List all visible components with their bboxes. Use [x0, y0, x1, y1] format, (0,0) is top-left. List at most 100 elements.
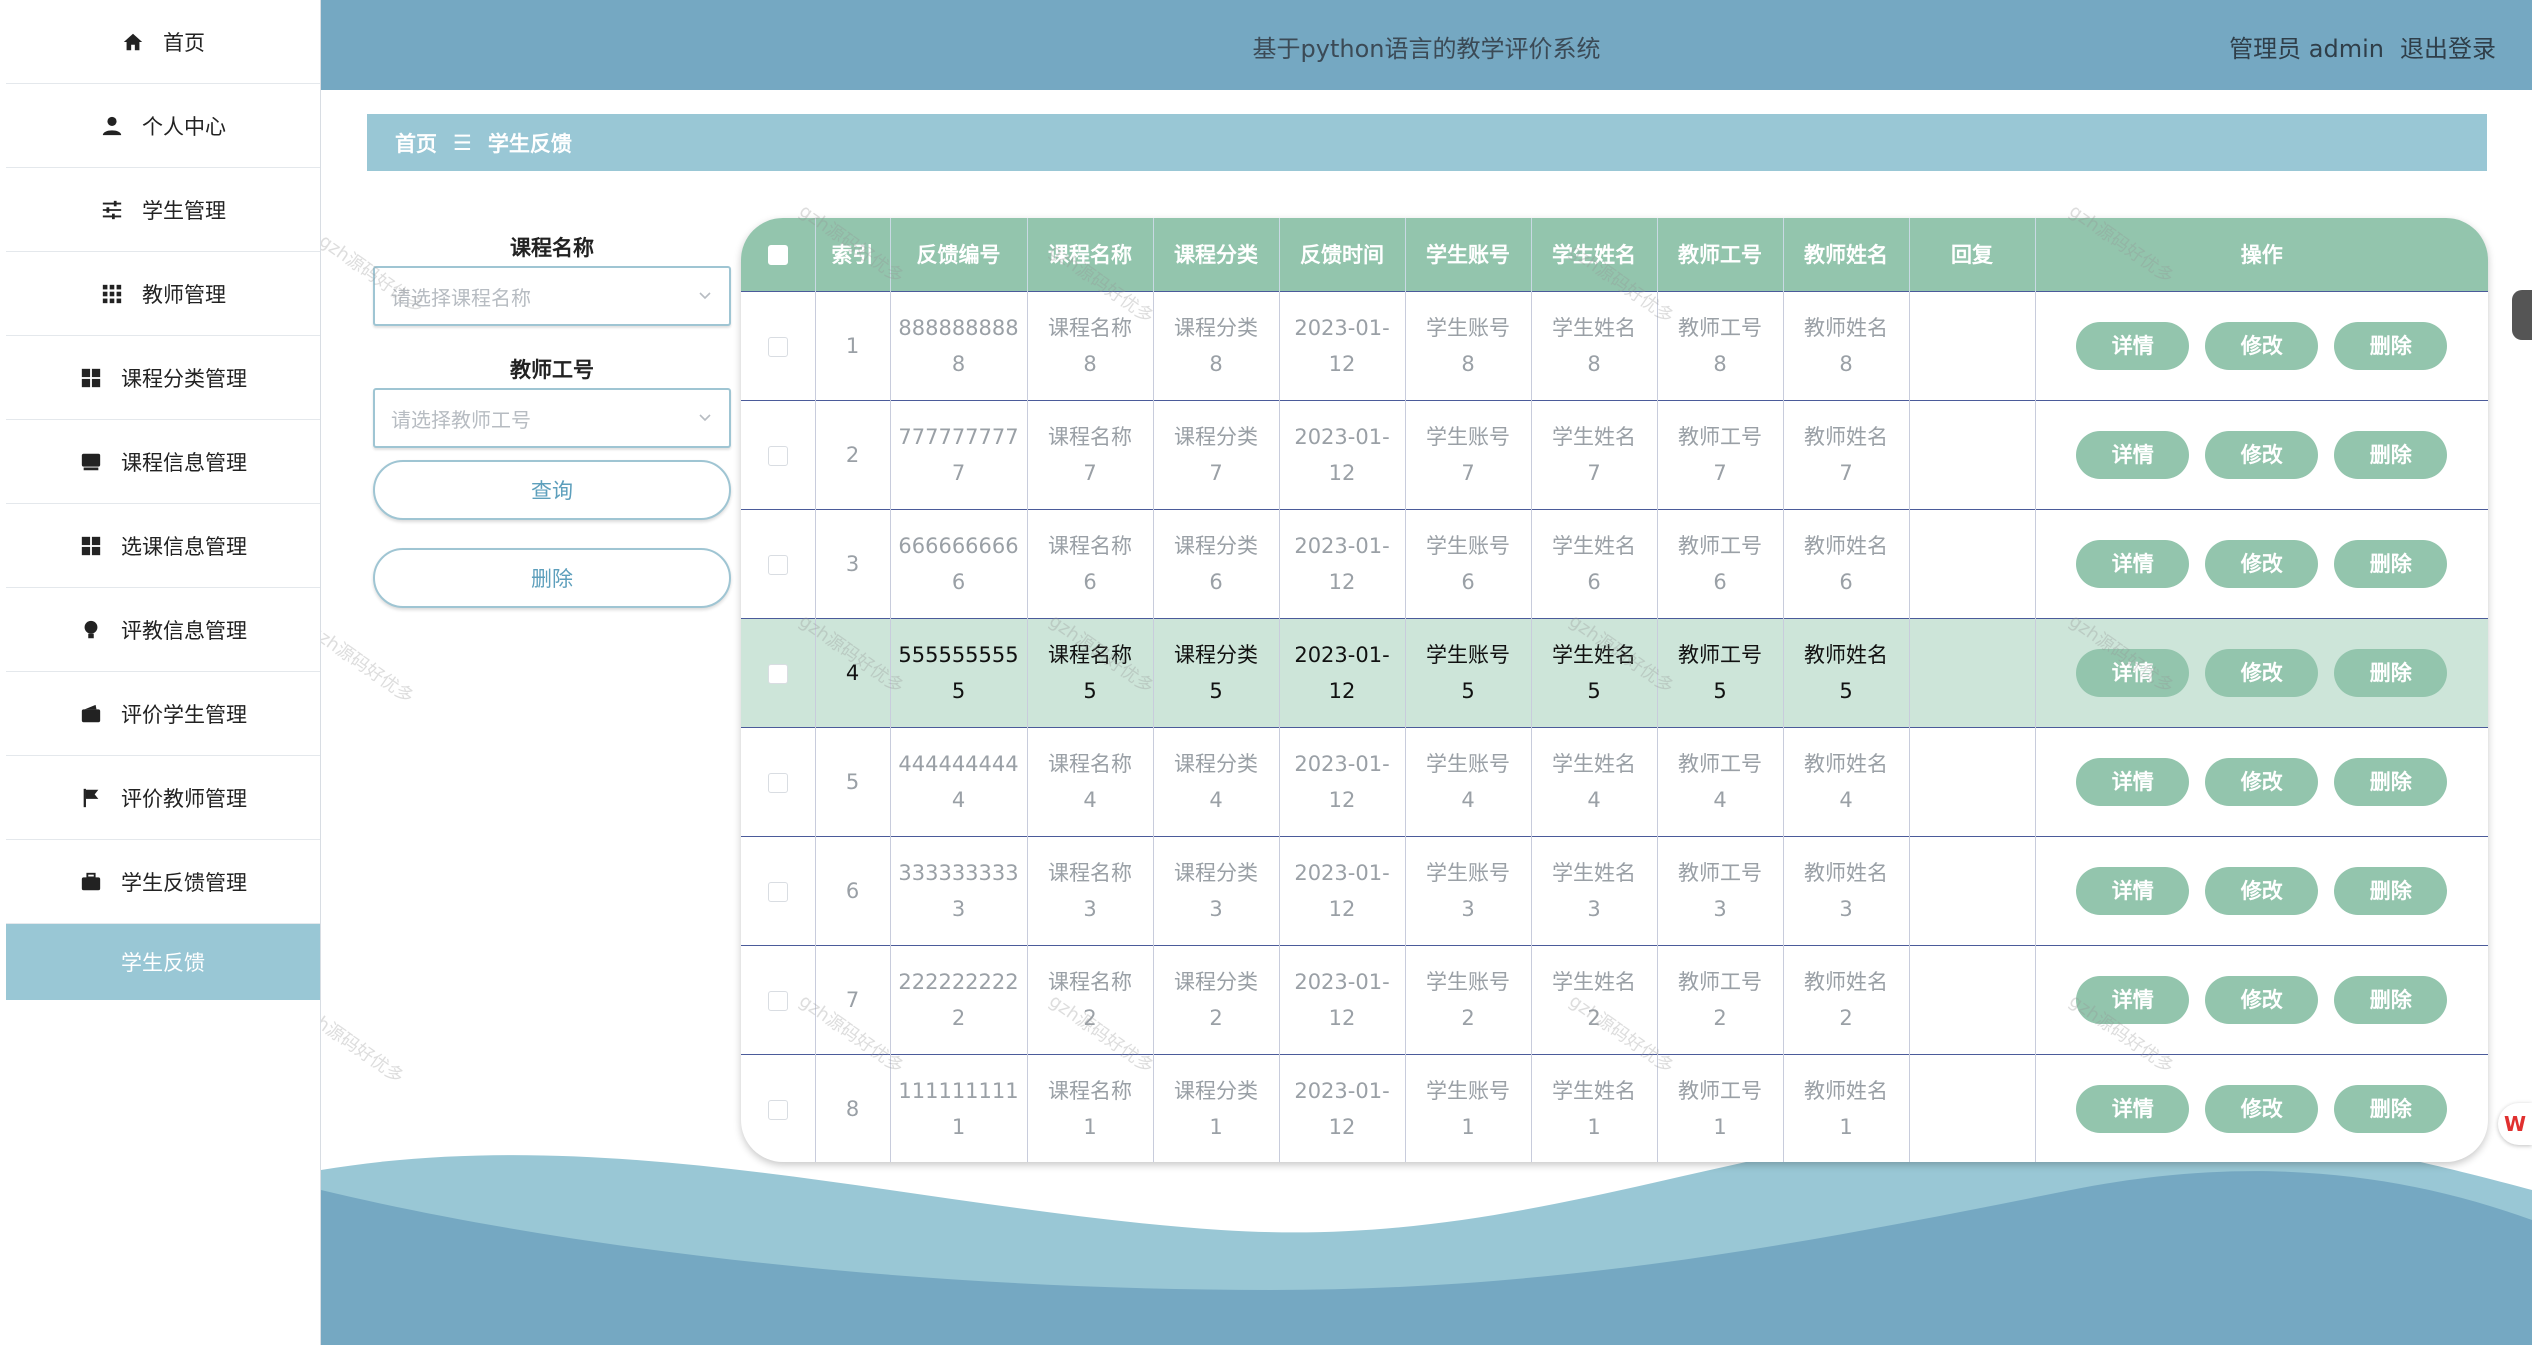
- cell-line: 学生账号: [1426, 315, 1510, 340]
- sidebar-item-profile[interactable]: 个人中心: [6, 84, 320, 168]
- table-row[interactable]: 8 111111111 1 课程名称 1 课程分类 1 2023-01- 12 学生账号 1 学生姓名…: [741, 1053, 2488, 1162]
- sidebar-item-evaluate-teachers[interactable]: 评价教师管理: [6, 756, 320, 840]
- edit-button[interactable]: 修改: [2205, 975, 2319, 1024]
- chevron-down-icon: [697, 406, 713, 430]
- edit-button[interactable]: 修改: [2205, 757, 2319, 806]
- cell-line: 7: [1587, 460, 1601, 485]
- course-name-cell: 课程名称 3: [1027, 835, 1154, 945]
- row-checkbox[interactable]: [767, 445, 788, 466]
- breadcrumb-home[interactable]: 首页: [395, 128, 437, 158]
- delete-button[interactable]: 删除: [2334, 1084, 2448, 1133]
- sidebar-item-home[interactable]: 首页: [6, 0, 320, 84]
- query-button[interactable]: 查询: [373, 460, 731, 520]
- breadcrumb-separator-icon: ☰: [453, 130, 472, 155]
- detail-button[interactable]: 详情: [2076, 975, 2190, 1024]
- select-all-checkbox[interactable]: [767, 245, 788, 266]
- cell-line: 学生账号: [1426, 1078, 1510, 1103]
- cell-line: 5: [1461, 678, 1475, 703]
- cell-line: 学生姓名: [1552, 1078, 1636, 1103]
- sidebar-item-feedback-management[interactable]: 学生反馈管理: [6, 840, 320, 924]
- row-checkbox-cell: [741, 399, 816, 509]
- delete-button[interactable]: 删除: [2334, 539, 2448, 588]
- student-account-cell: 学生账号 5: [1405, 617, 1532, 727]
- edit-button[interactable]: 修改: [2205, 321, 2319, 370]
- side-collapse-tab[interactable]: [2512, 290, 2532, 340]
- table-row[interactable]: 6 333333333 3 课程名称 3 课程分类 3 2023-01- 12 学生账号 3 学生姓名…: [741, 835, 2488, 945]
- cell-line: 6: [1209, 569, 1223, 594]
- cell-line: 1: [1713, 1114, 1727, 1139]
- row-checkbox[interactable]: [767, 772, 788, 793]
- cell-line: 5: [1587, 678, 1601, 703]
- sidebar-item-teachers[interactable]: 教师管理: [6, 252, 320, 336]
- sidebar-item-evaluate-students[interactable]: 评价学生管理: [6, 672, 320, 756]
- teacher-name-cell: 教师姓名 4: [1783, 726, 1910, 836]
- detail-button[interactable]: 详情: [2076, 430, 2190, 479]
- cell-line: 7: [1713, 460, 1727, 485]
- table-row[interactable]: 7 222222222 2 课程名称 2 课程分类 2 2023-01- 12 学生账号 2 学生姓名…: [741, 944, 2488, 1054]
- student-name-cell: 学生姓名 8: [1531, 290, 1658, 400]
- table-row[interactable]: 1 888888888 8 课程名称 8 课程分类 8 2023-01- 12 学生账号 8 学生姓名…: [741, 290, 2488, 400]
- edit-button[interactable]: 修改: [2205, 430, 2319, 479]
- cell-line: 课程名称: [1048, 969, 1132, 994]
- logout-link[interactable]: 退出登录: [2400, 29, 2496, 64]
- delete-button[interactable]: 删除: [2334, 975, 2448, 1024]
- batch-delete-button[interactable]: 删除: [373, 548, 731, 608]
- detail-button[interactable]: 详情: [2076, 648, 2190, 697]
- sidebar-item-students[interactable]: 学生管理: [6, 168, 320, 252]
- table-row[interactable]: 3 666666666 6 课程名称 6 课程分类 6 2023-01- 12 学生账号 6 学生姓名…: [741, 508, 2488, 618]
- user-label: 管理员 admin: [2229, 35, 2384, 63]
- cell-line: 2023-01-: [1294, 533, 1390, 558]
- sidebar-item-course-selection[interactable]: 选课信息管理: [6, 504, 320, 588]
- delete-button[interactable]: 删除: [2334, 321, 2448, 370]
- feedback-no-cell: 555555555 5: [890, 617, 1028, 727]
- cell-line: 2023-01-: [1294, 315, 1390, 340]
- detail-button[interactable]: 详情: [2076, 757, 2190, 806]
- sidebar-item-feedback[interactable]: 学生反馈: [6, 924, 320, 1000]
- table-row[interactable]: 5 444444444 4 课程名称 4 课程分类 4 2023-01- 12 学生账号 4 学生姓名…: [741, 726, 2488, 836]
- wps-icon[interactable]: W: [2498, 1103, 2532, 1145]
- sidebar-item-label: 课程分类管理: [121, 366, 247, 391]
- detail-button[interactable]: 详情: [2076, 866, 2190, 915]
- edit-button[interactable]: 修改: [2205, 539, 2319, 588]
- table-row[interactable]: 2 777777777 7 课程名称 7 课程分类 7 2023-01- 12 学生账号 7 学生姓名…: [741, 399, 2488, 509]
- edit-button[interactable]: 修改: [2205, 648, 2319, 697]
- sidebar-item-evaluation-info[interactable]: 评教信息管理: [6, 588, 320, 672]
- edit-button[interactable]: 修改: [2205, 1084, 2319, 1133]
- cell-line: 4: [1713, 787, 1727, 812]
- detail-button[interactable]: 详情: [2076, 539, 2190, 588]
- row-checkbox[interactable]: [767, 1099, 788, 1120]
- actions-cell: 详情 修改 删除: [2035, 399, 2488, 509]
- teacher-name-cell: 教师姓名 6: [1783, 508, 1910, 618]
- user-icon: [100, 114, 124, 138]
- row-checkbox[interactable]: [767, 554, 788, 575]
- row-checkbox[interactable]: [767, 663, 788, 684]
- course-name-select[interactable]: 请选择课程名称: [373, 266, 731, 326]
- detail-button[interactable]: 详情: [2076, 1084, 2190, 1133]
- delete-button[interactable]: 删除: [2334, 648, 2448, 697]
- cell-line: 8: [1839, 351, 1853, 376]
- reply-cell: [1909, 1053, 2036, 1162]
- sidebar-item-course-category[interactable]: 课程分类管理: [6, 336, 320, 420]
- feedback-time-cell: 2023-01- 12: [1279, 944, 1406, 1054]
- sidebar-item-course-info[interactable]: 课程信息管理: [6, 420, 320, 504]
- edit-button[interactable]: 修改: [2205, 866, 2319, 915]
- index-cell: 1: [815, 290, 891, 400]
- sidebar-item-label: 教师管理: [142, 282, 226, 307]
- cell-line: 2023-01-: [1294, 642, 1390, 667]
- delete-button[interactable]: 删除: [2334, 757, 2448, 806]
- cell-line: 课程名称: [1048, 751, 1132, 776]
- cell-line: 教师工号: [1678, 424, 1762, 449]
- sidebar: 首页 个人中心 学生管理 教师管理 课程分类管理 课程信息管理 选课信息管理 评…: [6, 0, 321, 1345]
- table-row[interactable]: 4 555555555 5 课程名称 5 课程分类 5 2023-01- 12 学生账号 5 学生姓名…: [741, 617, 2488, 727]
- chevron-down-icon: [697, 284, 713, 308]
- delete-button[interactable]: 删除: [2334, 866, 2448, 915]
- cell-line: 8: [1209, 351, 1223, 376]
- row-checkbox[interactable]: [767, 336, 788, 357]
- row-checkbox[interactable]: [767, 881, 788, 902]
- teacher-id-cell: 教师工号 7: [1657, 399, 1784, 509]
- teacher-id-select[interactable]: 请选择教师工号: [373, 388, 731, 448]
- delete-button[interactable]: 删除: [2334, 430, 2448, 479]
- row-checkbox[interactable]: [767, 990, 788, 1011]
- column-header: 索引: [815, 218, 891, 291]
- detail-button[interactable]: 详情: [2076, 321, 2190, 370]
